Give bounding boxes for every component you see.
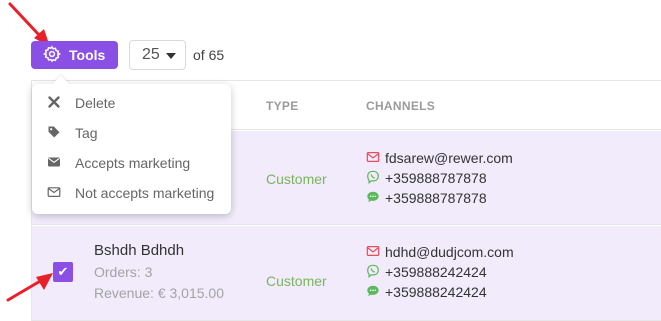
sms-channel: +359888787878 [366, 188, 513, 208]
menu-item-label: Tag [75, 125, 98, 141]
viber-channel: +359888242424 [366, 262, 514, 282]
viber-channel: +359888787878 [366, 168, 513, 188]
times-icon [47, 95, 61, 112]
tools-button[interactable]: Tools [31, 41, 118, 69]
menu-item-accepts-marketing[interactable]: Accepts marketing [32, 148, 231, 178]
tools-label: Tools [69, 47, 106, 63]
customer-name[interactable]: Bshdh Bdhdh [94, 242, 224, 264]
envelope-icon [366, 150, 380, 167]
sms-value: +359888787878 [385, 190, 487, 206]
customer-type: Customer [266, 171, 327, 187]
sms-value: +359888242424 [385, 284, 487, 300]
sms-icon [366, 190, 380, 207]
table-row[interactable]: ✔ Bshdh Bdhdh Orders: 3 Revenue: € 3,015… [32, 226, 661, 321]
sms-icon [366, 284, 380, 301]
page-size-value: 25 [142, 46, 160, 63]
sms-channel: +359888242424 [366, 282, 514, 302]
envelope-outline-icon [47, 185, 61, 202]
caret-down-icon [166, 53, 176, 59]
channels-cell: hdhd@dudjcom.com +359888242424 +35988824… [366, 242, 514, 302]
menu-item-label: Delete [75, 95, 116, 111]
customer-cell: Bshdh Bdhdh Orders: 3 Revenue: € 3,015.0… [94, 242, 224, 306]
email-value: fdsarew@rewer.com [385, 150, 513, 166]
gear-icon [43, 45, 62, 66]
email-value: hdhd@dudjcom.com [385, 244, 514, 260]
viber-value: +359888242424 [385, 264, 487, 280]
envelope-icon [47, 155, 61, 172]
viber-icon [366, 264, 380, 281]
page-size-select[interactable]: 25 [129, 40, 186, 70]
customer-type: Customer [266, 273, 327, 289]
check-icon: ✔ [57, 264, 69, 279]
channels-cell: fdsarew@rewer.com +359888787878 +3598887… [366, 148, 513, 208]
email-channel: fdsarew@rewer.com [366, 148, 513, 168]
email-channel: hdhd@dudjcom.com [366, 242, 514, 262]
tools-dropdown-menu: Delete Tag Accepts marketing Not accepts… [32, 84, 231, 214]
menu-item-tag[interactable]: Tag [32, 118, 231, 148]
customer-orders: Orders: 3 [94, 264, 153, 280]
viber-icon [366, 170, 380, 187]
total-count: of 65 [193, 47, 225, 63]
tag-icon [47, 125, 61, 142]
menu-item-label: Accepts marketing [75, 155, 191, 171]
column-header-type: TYPE [266, 99, 299, 113]
menu-item-delete[interactable]: Delete [32, 88, 231, 118]
column-header-channels: CHANNELS [366, 99, 436, 113]
customers-page: Tools 25 of 65 TYPE CHANNELS Customer fd… [0, 0, 661, 321]
menu-item-label: Not accepts marketing [75, 185, 215, 201]
customer-revenue: Revenue: € 3,015.00 [94, 285, 224, 301]
viber-value: +359888787878 [385, 170, 487, 186]
annotation-arrow-bottom [6, 273, 53, 302]
envelope-icon [366, 244, 380, 261]
menu-item-not-accepts-marketing[interactable]: Not accepts marketing [32, 178, 231, 208]
